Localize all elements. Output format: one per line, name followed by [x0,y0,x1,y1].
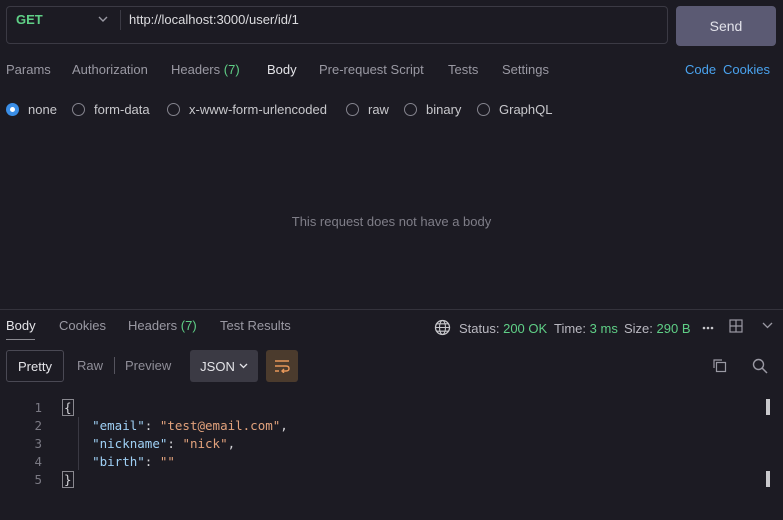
close-brace: } [62,471,74,488]
size-value: 290 B [656,321,691,336]
tab-params[interactable]: Params [6,62,51,77]
response-tab-headers[interactable]: Headers (7) [128,318,197,333]
radio-label-none[interactable]: none [28,102,57,117]
wrap-lines-button[interactable] [266,350,298,382]
response-tab-cookies[interactable]: Cookies [59,318,106,333]
scrollbar-marker[interactable] [766,399,770,415]
empty-body-message: This request does not have a body [291,214,492,229]
status-value: 200 OK [503,321,548,336]
wrap-lines-icon [274,359,290,373]
layout-toggle-icon[interactable] [729,319,743,333]
pretty-view-button[interactable]: Pretty [6,350,64,382]
pane-divider[interactable] [0,309,783,310]
line-number: 5 [34,472,42,487]
status-info: Status: 200 OK [459,321,547,336]
code-line[interactable]: "email": "test@email.com", [62,418,288,433]
tab-authorization[interactable]: Authorization [72,62,148,77]
code-line[interactable]: "nickname": "nick", [62,436,235,451]
send-button[interactable]: Send [676,6,776,46]
radio-form-data[interactable] [72,103,85,116]
tab-label: Settings [502,62,549,77]
preview-view-button[interactable]: Preview [125,358,171,373]
tab-label: Pre-request Script [319,62,424,77]
code-link[interactable]: Code [685,62,716,77]
format-select[interactable]: JSON [190,350,258,382]
radio-label-form-data[interactable]: form-data [94,102,150,117]
json-value: "nick" [182,436,228,451]
time-info: Time: 3 ms [554,321,618,336]
code-line[interactable]: { [62,399,74,416]
json-key: "email" [92,418,145,433]
status-label: Status: [459,321,500,336]
line-number: 4 [34,454,42,469]
time-label: Time: [554,321,587,336]
url-divider [120,10,121,30]
tab-count: (7) [223,62,240,77]
time-value: 3 ms [589,321,618,336]
method-select[interactable]: GET [16,12,43,27]
tab-label: Test Results [220,318,291,333]
tab-body[interactable]: Body [267,62,297,77]
json-key: "birth" [92,454,145,469]
view-separator [114,357,115,374]
radio-label-graphql[interactable]: GraphQL [499,102,552,117]
url-bar [6,6,668,44]
tab-label: Authorization [72,62,148,77]
code-line[interactable]: "birth": "" [62,454,175,469]
response-tab-body[interactable]: Body [6,318,36,333]
radio-label-raw[interactable]: raw [368,102,389,117]
tab-headers[interactable]: Headers (7) [171,62,240,77]
chevron-down-icon[interactable] [98,14,108,24]
open-brace: { [62,399,74,416]
copy-icon[interactable] [712,358,727,373]
tab-label: Body [267,62,297,77]
json-comma: , [280,418,288,433]
line-number: 2 [34,418,42,433]
cookies-link[interactable]: Cookies [723,62,770,77]
tab-settings[interactable]: Settings [502,62,549,77]
chevron-down-icon[interactable] [762,321,773,329]
tab-label: Cookies [59,318,106,333]
tab-pre-request-script[interactable]: Pre-request Script [319,62,424,77]
response-tab-test-results[interactable]: Test Results [220,318,291,333]
format-label: JSON [200,358,235,374]
tab-label: Headers [171,62,221,77]
chevron-down-icon [239,363,248,369]
tab-count: (7) [180,318,197,333]
code-line[interactable]: } [62,471,74,488]
size-label: Size: [624,321,653,336]
active-tab-indicator [6,339,35,340]
json-comma: , [227,436,236,451]
scrollbar-marker[interactable] [766,471,770,487]
size-info: Size: 290 B [624,321,691,336]
json-value: "test@email.com" [159,418,281,433]
radio-raw[interactable] [346,103,359,116]
url-input[interactable]: http://localhost:3000/user/id/1 [129,12,299,27]
tab-tests[interactable]: Tests [448,62,478,77]
raw-view-button[interactable]: Raw [77,358,103,373]
search-icon[interactable] [752,358,768,374]
json-value: "" [159,454,175,469]
globe-icon[interactable] [434,319,451,336]
radio-label-binary[interactable]: binary [426,102,461,117]
tab-label: Headers [128,318,178,333]
tab-label: Params [6,62,51,77]
radio-x-www-form-urlencoded[interactable] [167,103,180,116]
json-key: "nickname" [92,436,168,451]
tab-label: Body [6,318,36,333]
radio-none[interactable] [6,103,19,116]
radio-graphql[interactable] [477,103,490,116]
more-options-icon[interactable] [702,324,714,332]
line-number: 3 [34,436,42,451]
line-number: 1 [34,400,42,415]
radio-label-x-www-form-urlencoded[interactable]: x-www-form-urlencoded [189,102,327,117]
tab-label: Tests [448,62,479,77]
radio-binary[interactable] [404,103,417,116]
